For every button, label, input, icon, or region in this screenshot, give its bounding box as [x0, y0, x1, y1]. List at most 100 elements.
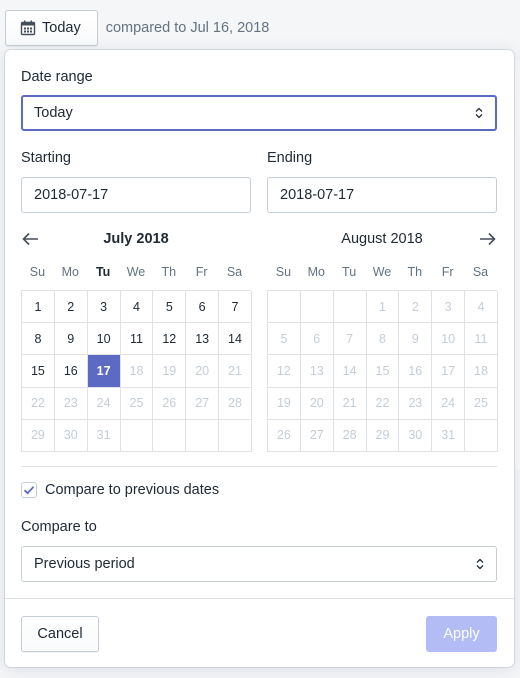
calendar-empty-cell	[465, 419, 498, 452]
calendar-day: 24	[87, 387, 121, 420]
calendar-day: 28	[219, 387, 252, 420]
calendar-day: 1	[366, 291, 400, 324]
calendar-day: 23	[54, 387, 88, 420]
calendar-day: 26	[268, 419, 301, 452]
calendar-day[interactable]: 4	[120, 291, 154, 324]
weekday-label: Th	[407, 265, 423, 279]
calendar-day: 15	[366, 355, 400, 388]
weekday-label: Tu	[342, 265, 357, 279]
cancel-button[interactable]: Cancel	[21, 616, 99, 652]
footer-divider	[5, 598, 514, 599]
compare-to-select-value: Previous period	[34, 556, 135, 572]
weekday-header-july: Su Mo Tu We Th Fr Sa	[21, 265, 251, 279]
calendar-day: 22	[366, 387, 400, 420]
calendar-day: 13	[300, 355, 334, 388]
starting-label: Starting	[21, 150, 71, 166]
calendar-day: 8	[366, 323, 400, 356]
weekday-label: Sa	[472, 265, 489, 279]
calendar-day: 9	[399, 323, 433, 356]
date-picker-popover: Date range Today Starting 2018-07-17 End…	[5, 50, 514, 667]
weekday-label: Su	[29, 265, 46, 279]
calendar-day: 28	[333, 419, 367, 452]
calendar-day-selected[interactable]: 17	[87, 355, 121, 388]
calendar-day: 4	[465, 291, 498, 324]
calendar-day: 14	[333, 355, 367, 388]
weekday-label: We	[126, 265, 146, 279]
calendar-day[interactable]: 14	[219, 323, 252, 356]
date-range-select[interactable]: Today	[21, 95, 497, 131]
date-range-select-value: Today	[34, 105, 73, 121]
calendar-day: 19	[153, 355, 187, 388]
calendar-empty-cell	[219, 419, 252, 452]
calendar-day[interactable]: 5	[153, 291, 187, 324]
weekday-label: Fr	[195, 265, 208, 279]
calendar-day[interactable]: 10	[87, 323, 121, 356]
date-range-toggle-button[interactable]: Today	[5, 10, 98, 46]
calendar-day[interactable]: 11	[120, 323, 154, 356]
calendar-day: 26	[153, 387, 187, 420]
calendar-day: 31	[432, 419, 466, 452]
calendar-day: 23	[399, 387, 433, 420]
calendar-empty-cell	[333, 291, 367, 324]
calendar-day: 6	[300, 323, 334, 356]
select-caret-icon	[476, 558, 484, 570]
calendar-day: 27	[186, 387, 220, 420]
starting-date-input[interactable]: 2018-07-17	[21, 177, 251, 213]
calendar-day: 10	[432, 323, 466, 356]
calendar-day[interactable]: 1	[22, 291, 55, 324]
calendar-day: 21	[333, 387, 367, 420]
section-divider	[21, 466, 497, 467]
calendar-day: 18	[465, 355, 498, 388]
calendar-day: 31	[87, 419, 121, 452]
calendar-empty-cell	[300, 291, 334, 324]
month-title-july: July 2018	[103, 231, 169, 247]
calendar-day[interactable]: 15	[22, 355, 55, 388]
calendar-empty-cell	[120, 419, 154, 452]
calendar-day[interactable]: 2	[54, 291, 88, 324]
calendar-day[interactable]: 6	[186, 291, 220, 324]
calendar-day: 18	[120, 355, 154, 388]
month-title-august: August 2018	[341, 231, 423, 247]
ending-date-input[interactable]: 2018-07-17	[267, 177, 497, 213]
calendar-empty-cell	[153, 419, 187, 452]
calendar-day: 16	[399, 355, 433, 388]
calendar-day[interactable]: 8	[22, 323, 55, 356]
calendar-day[interactable]: 13	[186, 323, 220, 356]
select-caret-icon	[475, 107, 483, 119]
compare-checkbox-label[interactable]: Compare to previous dates	[45, 482, 219, 498]
calendar-day: 27	[300, 419, 334, 452]
calendar-day: 12	[268, 355, 301, 388]
weekday-label: Mo	[61, 265, 79, 279]
apply-button[interactable]: Apply	[426, 616, 497, 652]
weekday-label: Fr	[441, 265, 454, 279]
calendar-day[interactable]: 3	[87, 291, 121, 324]
today-button-label: Today	[42, 20, 81, 36]
calendar-empty-cell	[268, 291, 301, 324]
weekday-label: Su	[275, 265, 292, 279]
checkmark-icon	[23, 486, 35, 495]
compare-checkbox[interactable]	[21, 482, 37, 498]
compared-to-text: compared to Jul 16, 2018	[105, 20, 270, 36]
calendar-day[interactable]: 12	[153, 323, 187, 356]
calendar-day: 21	[219, 355, 252, 388]
calendar-day: 30	[54, 419, 88, 452]
weekday-label: We	[372, 265, 392, 279]
ending-label: Ending	[267, 150, 313, 166]
compare-to-select[interactable]: Previous period	[21, 546, 497, 582]
calendar-day[interactable]: 7	[219, 291, 252, 324]
weekday-label: Sa	[226, 265, 243, 279]
calendar-grid-july: 1 2 3 4 5 6 7 8 9 10 11 12 13 14 15 16 17 18 19 20 21 22 23 24 2…	[21, 290, 252, 452]
calendar-day: 20	[186, 355, 220, 388]
calendar-day: 29	[22, 419, 55, 452]
calendar-day: 30	[399, 419, 433, 452]
date-range-label: Date range	[21, 69, 93, 85]
calendar-day: 2	[399, 291, 433, 324]
calendar-day: 3	[432, 291, 466, 324]
calendar-day: 19	[268, 387, 301, 420]
weekday-label: Mo	[307, 265, 325, 279]
calendar-icon	[20, 20, 36, 36]
calendar-day: 7	[333, 323, 367, 356]
calendar-day[interactable]: 9	[54, 323, 88, 356]
calendar-day[interactable]: 16	[54, 355, 88, 388]
calendar-day: 24	[432, 387, 466, 420]
